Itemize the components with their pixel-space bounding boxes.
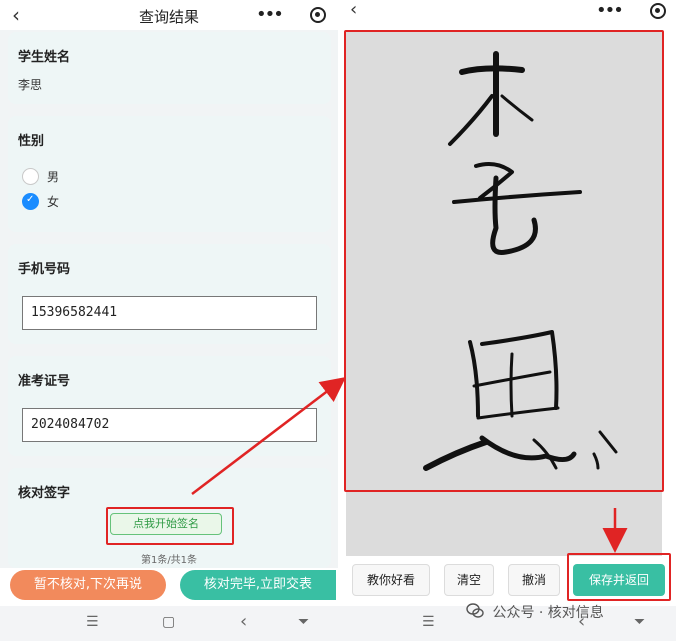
system-nav-bar: ☰ ▢ ‹ ⏷ <box>0 606 338 641</box>
exam-id-input[interactable]: 2024084702 <box>22 408 317 442</box>
submit-verify-button[interactable]: 核对完毕,立即交表 <box>180 570 336 600</box>
signature-screen: ‹ ••• 教你好看 清空 撤消 保存并返回 ☰ ‹ ⏷ 公众号 · 核对信息 <box>338 0 676 641</box>
highlight-box-start-signature <box>106 507 234 545</box>
wechat-icon <box>466 603 484 618</box>
top-bar: ‹ 查询结果 ••• <box>0 0 338 30</box>
home-icon[interactable]: ▢ <box>162 614 175 630</box>
mini-program-capsule: ••• <box>592 0 672 22</box>
query-result-screen: ‹ 查询结果 ••• 学生姓名 李思 性别 男 女 手机号码 153 <box>0 0 338 641</box>
more-icon[interactable]: ••• <box>596 0 624 22</box>
bottom-actions: 暂不核对,下次再说 核对完毕,立即交表 <box>0 568 338 604</box>
gender-option-label: 男 <box>47 170 60 184</box>
gender-option-label: 女 <box>47 195 60 209</box>
down-icon[interactable]: ⏷ <box>298 614 309 630</box>
phone-label: 手机号码 <box>18 262 71 277</box>
student-name-card: 学生姓名 李思 <box>8 32 331 104</box>
radio-unchecked-icon[interactable] <box>22 168 39 185</box>
watermark: 公众号 · 核对信息 <box>466 602 604 622</box>
student-name-value: 李思 <box>18 78 43 92</box>
form-scroll-area[interactable]: 学生姓名 李思 性别 男 女 手机号码 15396582441 准考证号 202… <box>0 30 338 568</box>
radio-checked-icon[interactable] <box>22 193 39 210</box>
phone-card: 手机号码 15396582441 <box>8 244 331 344</box>
signature-label: 核对签字 <box>18 486 71 501</box>
teach-button[interactable]: 教你好看 <box>352 564 430 596</box>
gender-card: 性别 男 女 <box>8 116 331 232</box>
gender-option-male[interactable]: 男 <box>22 168 59 185</box>
exam-id-card: 准考证号 2024084702 <box>8 356 331 456</box>
undo-button[interactable]: 撤消 <box>508 564 560 596</box>
pager-text: 第1条/共1条 <box>140 555 198 566</box>
exam-id-label: 准考证号 <box>18 374 71 389</box>
down-icon[interactable]: ⏷ <box>634 614 645 630</box>
more-icon[interactable]: ••• <box>256 4 284 26</box>
highlight-box-signature-canvas <box>344 30 664 492</box>
close-target-icon[interactable] <box>310 7 326 23</box>
gender-option-female[interactable]: 女 <box>22 193 59 210</box>
back-icon[interactable]: ‹ <box>240 611 247 632</box>
menu-icon[interactable]: ☰ <box>422 614 435 630</box>
highlight-box-save-button <box>567 553 671 601</box>
watermark-text: 公众号 · 核对信息 <box>492 605 604 621</box>
defer-verify-button[interactable]: 暂不核对,下次再说 <box>10 570 166 600</box>
top-bar: ‹ ••• <box>338 0 676 24</box>
back-chevron-icon[interactable]: ‹ <box>350 1 357 19</box>
gender-label: 性别 <box>18 134 45 149</box>
menu-icon[interactable]: ☰ <box>86 614 99 630</box>
close-target-icon[interactable] <box>650 3 666 19</box>
student-name-label: 学生姓名 <box>18 50 71 65</box>
clear-button[interactable]: 清空 <box>444 564 494 596</box>
mini-program-capsule: ••• <box>252 4 332 26</box>
phone-input[interactable]: 15396582441 <box>22 296 317 330</box>
